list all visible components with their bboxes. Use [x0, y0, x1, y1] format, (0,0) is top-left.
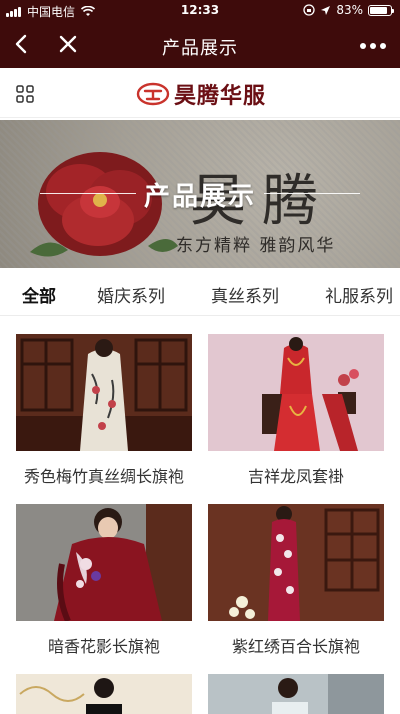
product-card[interactable]: [208, 674, 384, 714]
product-card[interactable]: 吉祥龙凤套褂: [208, 334, 384, 487]
product-name[interactable]: 秀色梅竹真丝绸长旗袍: [16, 463, 192, 487]
product-image[interactable]: [208, 334, 384, 451]
product-image[interactable]: [208, 674, 384, 714]
product-image[interactable]: [16, 334, 192, 451]
tab-all[interactable]: 全部: [22, 282, 56, 307]
product-name[interactable]: 暗香花影长旗袍: [16, 633, 192, 657]
brand-logo[interactable]: 昊腾华服: [136, 78, 266, 110]
nav-bar: 产品展示: [0, 22, 400, 68]
brand-name: 昊腾华服: [174, 84, 267, 109]
location-icon: [321, 5, 331, 15]
battery-icon: [368, 4, 394, 16]
banner-title: 产品展示: [143, 182, 256, 212]
status-right: 83%: [303, 3, 394, 17]
product-card[interactable]: 秀色梅竹真丝绸长旗袍: [16, 334, 192, 487]
product-image[interactable]: [16, 504, 192, 621]
brand-emblem-icon: [136, 82, 170, 106]
tab-wedding-series[interactable]: 婚庆系列: [97, 282, 165, 307]
product-card[interactable]: 暗香花影长旗袍: [16, 504, 192, 657]
more-options-icon[interactable]: [360, 43, 386, 49]
rotation-lock-icon: [303, 4, 315, 16]
product-name[interactable]: 吉祥龙凤套褂: [208, 463, 384, 487]
battery-percent: 83%: [336, 3, 363, 17]
brand-bar: 昊腾华服: [0, 68, 400, 118]
product-name[interactable]: 紫红绣百合长旗袍: [208, 633, 384, 657]
product-card[interactable]: [16, 674, 192, 714]
product-image[interactable]: [16, 674, 192, 714]
battery-fill: [370, 6, 387, 14]
category-grid-icon[interactable]: [16, 85, 34, 103]
banner-motto: 东方精粹 雅韵风华: [176, 236, 336, 256]
tab-silk-series[interactable]: 真丝系列: [211, 282, 279, 307]
category-tabs: 全部 婚庆系列 真丝系列 礼服系列: [0, 268, 400, 316]
tab-gown-series[interactable]: 礼服系列: [325, 282, 393, 307]
nav-title: 产品展示: [162, 38, 238, 59]
product-image[interactable]: [208, 504, 384, 621]
status-bar: 中国电信 12:33 83%: [0, 0, 400, 22]
product-card[interactable]: 紫红绣百合长旗袍: [208, 504, 384, 657]
hero-banner: 昊腾 产品展示 东方精粹 雅韵风华: [0, 120, 400, 268]
